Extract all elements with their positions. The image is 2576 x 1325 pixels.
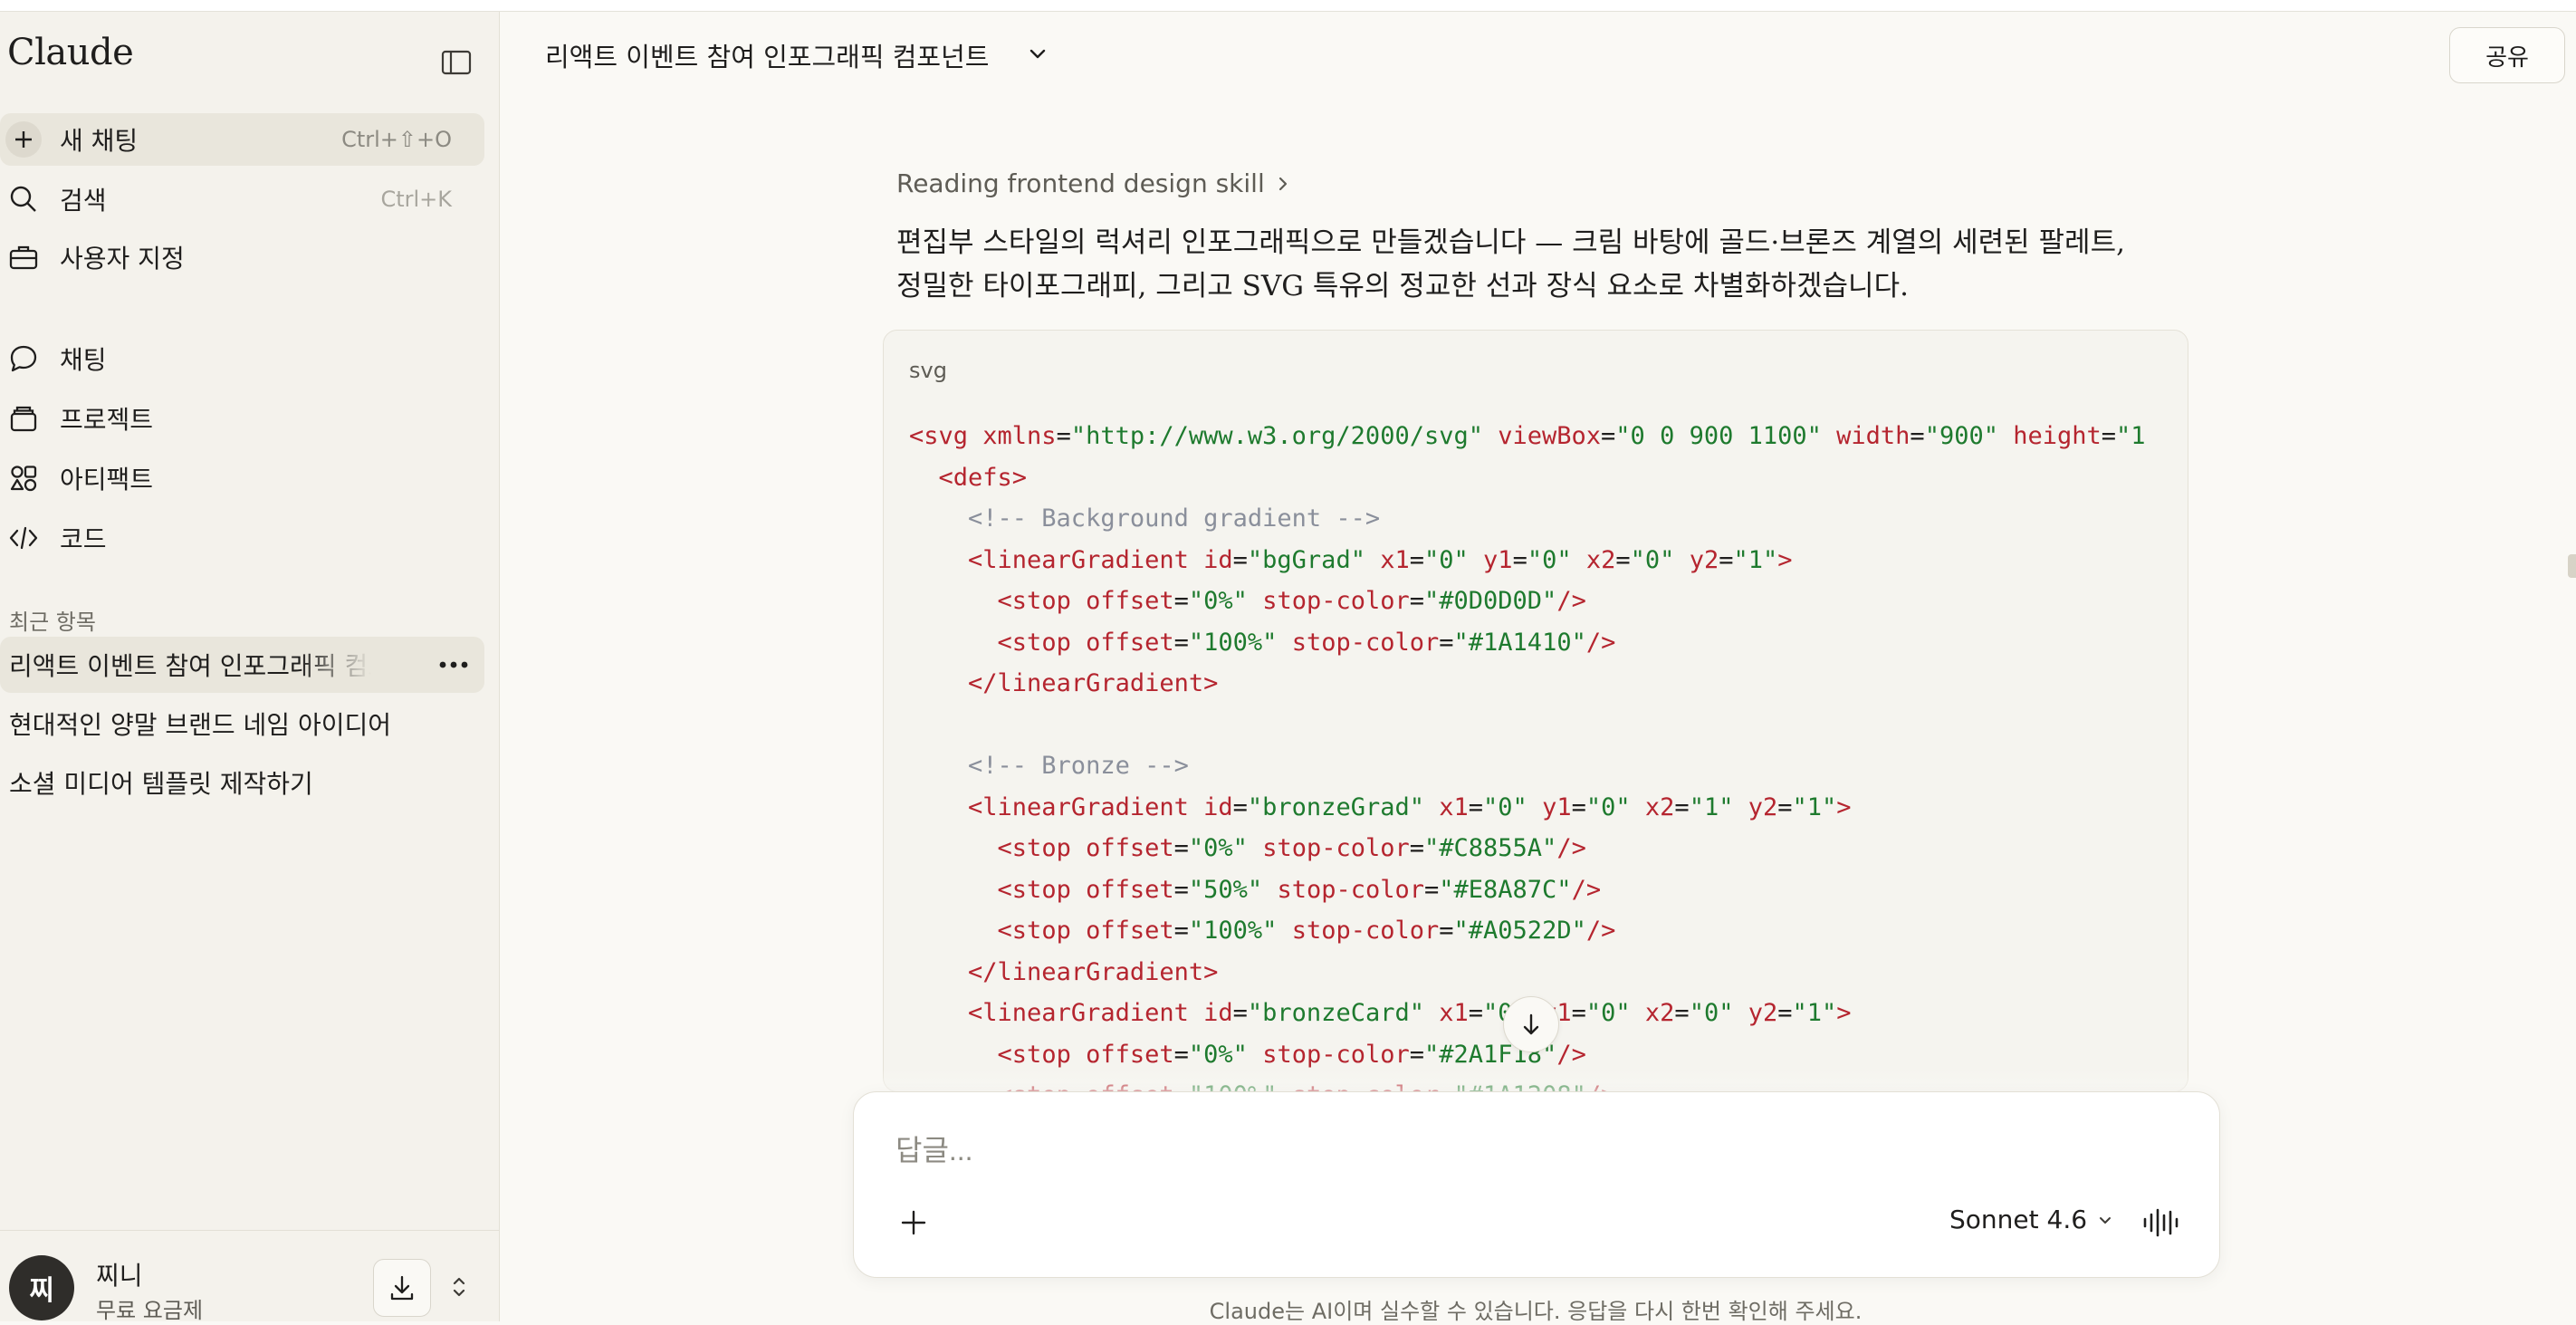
recent-chat-item[interactable]: 소셜 미디어 템플릿 제작하기 — [0, 754, 484, 811]
user-name[interactable]: 찌니 — [96, 1256, 143, 1292]
recent-chat-label: 현대적인 양말 브랜드 네임 아이디어 — [9, 710, 392, 740]
chat-icon — [5, 341, 42, 377]
customize-label: 사용자 지정 — [60, 244, 185, 274]
assistant-message-text: 편집부 스타일의 럭셔리 인포그래픽으로 만들겠습니다 — 크림 바탕에 골드·… — [896, 226, 2125, 302]
scrollbar-handle[interactable] — [2568, 554, 2576, 578]
sidebar-item-projects[interactable]: 프로젝트 — [0, 392, 484, 445]
skill-status-label: Reading frontend design skill — [896, 168, 1265, 198]
sidebar-toggle-icon — [441, 50, 472, 75]
code-line: <stop offset="50%" stop-color="#E8A87C"/… — [997, 875, 1602, 904]
sidebar-item-label: 프로젝트 — [60, 405, 154, 435]
plus-icon — [5, 121, 42, 158]
toolbox-icon — [5, 239, 42, 275]
projects-icon — [5, 400, 42, 437]
download-icon — [390, 1275, 414, 1301]
code-line: </linearGradient> — [968, 669, 1219, 697]
sidebar-item-label: 채팅 — [60, 345, 107, 375]
code-content: <svg xmlns="http://www.w3.org/2000/svg" … — [909, 416, 2146, 1091]
sidebar-divider — [0, 1230, 499, 1231]
recent-chat-label: 리액트 이벤트 참여 인포그래픽 컴포넌트 — [9, 651, 371, 681]
avatar[interactable]: 찌 — [9, 1255, 74, 1320]
sidebar: Claude 새 채팅 Ctrl+⇧+O 검색 Ctrl+K 사용자 지정 채팅… — [0, 12, 500, 1323]
share-button[interactable]: 공유 — [2449, 27, 2565, 83]
recent-chat-item[interactable]: 현대적인 양말 브랜드 네임 아이디어 — [0, 696, 484, 752]
sidebar-item-code[interactable]: 코드 — [0, 512, 484, 564]
code-line: </linearGradient> — [968, 957, 1219, 986]
code-line: <stop offset="0%" stop-color="#C8855A"/> — [997, 834, 1586, 862]
code-language-label: svg — [909, 358, 947, 383]
code-line: <linearGradient id="bronzeGrad" x1="0" y… — [968, 792, 1852, 821]
download-app-button[interactable] — [373, 1259, 431, 1317]
code-line: <defs> — [938, 463, 1028, 492]
code-line: <!-- Background gradient --> — [909, 504, 1381, 533]
chevron-down-icon — [2100, 1216, 2112, 1224]
reply-input[interactable] — [894, 1127, 2074, 1174]
chat-title[interactable]: 리액트 이벤트 참여 인포그래픽 컴포넌트 — [545, 36, 989, 74]
new-chat-button[interactable]: 새 채팅 Ctrl+⇧+O — [0, 113, 484, 166]
search-icon — [5, 181, 42, 217]
chevron-right-icon — [1278, 177, 1287, 190]
code-icon — [5, 520, 42, 556]
message-composer: Sonnet 4.6 — [853, 1091, 2220, 1278]
account-menu-chevron-icon[interactable] — [445, 1271, 473, 1303]
app-logo[interactable]: Claude — [7, 32, 134, 73]
user-plan: 무료 요금제 — [96, 1298, 204, 1323]
code-line: <stop offset="100%" stop-color="#A0522D"… — [997, 917, 1616, 945]
recent-chat-label: 소셜 미디어 템플릿 제작하기 — [9, 769, 313, 799]
scroll-to-bottom-button[interactable] — [1503, 996, 1559, 1052]
attach-button[interactable] — [894, 1203, 934, 1243]
recent-section-title: 최근 항목 — [9, 610, 96, 635]
sidebar-item-chats[interactable]: 채팅 — [0, 332, 484, 385]
code-line: <linearGradient id="bgGrad" x1="0" y1="0… — [968, 545, 1793, 574]
artifacts-icon — [5, 460, 42, 496]
skill-status[interactable]: Reading frontend design skill — [896, 168, 1290, 198]
sidebar-toggle-button[interactable] — [436, 43, 476, 82]
voice-waveform-icon — [2143, 1208, 2179, 1237]
search-shortcut: Ctrl+K — [380, 187, 452, 212]
plus-icon — [901, 1210, 926, 1235]
disclaimer: Claude는 AI이며 실수할 수 있습니다. 응답을 다시 한번 확인해 주… — [1209, 1299, 1863, 1324]
arrow-down-icon — [1523, 1013, 1539, 1035]
code-line: <stop offset="0%" stop-color="#0D0D0D"/> — [997, 587, 1586, 615]
model-selector[interactable]: Sonnet 4.6 — [1949, 1205, 2114, 1234]
code-line: <stop offset="100%" stop-color="#1A1410"… — [997, 628, 1616, 657]
search-button[interactable]: 검색 Ctrl+K — [0, 173, 484, 226]
search-label: 검색 — [60, 186, 107, 216]
customize-button[interactable]: 사용자 지정 — [0, 231, 484, 283]
new-chat-label: 새 채팅 — [60, 126, 139, 156]
sidebar-item-artifacts[interactable]: 아티팩트 — [0, 452, 484, 504]
sidebar-item-label: 코드 — [60, 524, 107, 554]
chevron-down-icon[interactable] — [1025, 42, 1050, 67]
window-top-bar — [0, 0, 2576, 12]
code-line: <svg xmlns="http://www.w3.org/2000/svg" … — [909, 422, 2146, 450]
model-name: Sonnet 4.6 — [1949, 1205, 2088, 1234]
voice-mode-button[interactable] — [2140, 1201, 2183, 1244]
recent-chat-item[interactable]: 리액트 이벤트 참여 인포그래픽 컴포넌트 — [0, 637, 484, 693]
more-options-icon[interactable] — [436, 647, 472, 683]
code-block: svg <svg xmlns="http://www.w3.org/2000/s… — [883, 330, 2188, 1092]
sidebar-item-label: 아티팩트 — [60, 465, 154, 494]
code-line: <!-- Bronze --> — [909, 752, 1189, 780]
new-chat-shortcut: Ctrl+⇧+O — [341, 127, 452, 152]
